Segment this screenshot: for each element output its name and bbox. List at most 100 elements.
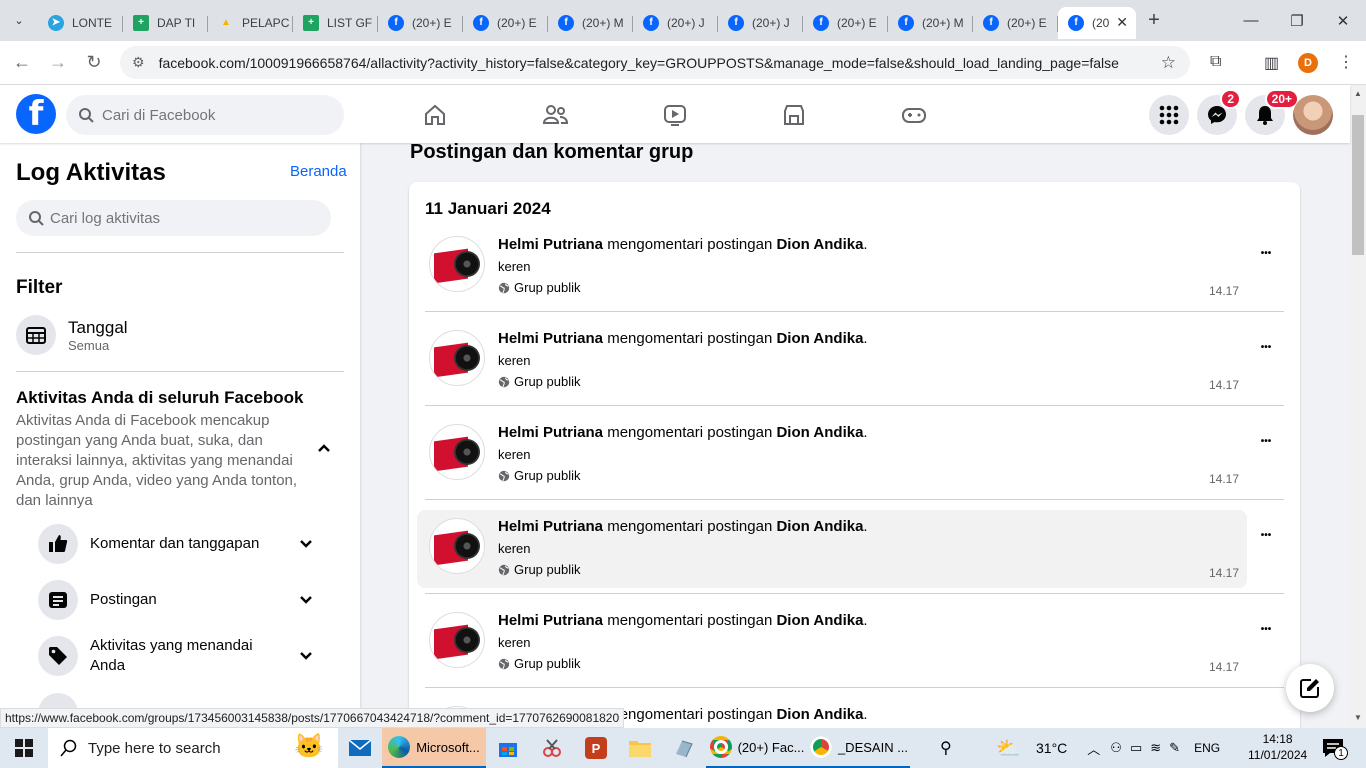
bookmark-star-icon[interactable]: ☆ [1161,53,1176,73]
actor-name[interactable]: Helmi Putriana [498,330,603,347]
url-text[interactable]: facebook.com/100091966658764/allactivity… [159,55,1119,71]
facebook-logo-icon[interactable]: f [16,94,56,134]
marketplace-icon[interactable] [774,95,814,135]
target-name[interactable]: Dion Andika [776,236,863,253]
activity-row[interactable]: Helmi Putriana mengomentari postingan Di… [417,416,1247,494]
browser-menu-icon[interactable]: ⋮ [1338,52,1354,72]
more-options-icon[interactable]: ••• [1255,530,1277,541]
pen-icon[interactable]: ✎ [1169,740,1180,756]
browser-tab[interactable]: f (20+) E [973,7,1058,39]
browser-tab[interactable]: f (20+) E [378,7,463,39]
extensions-icon[interactable]: ⧉ [1210,53,1221,71]
actor-name[interactable]: Helmi Putriana [498,518,603,535]
gaming-icon[interactable] [894,95,934,135]
activity-search[interactable] [16,200,331,236]
sidebar-item-tagged[interactable]: Aktivitas yang menandai Anda [38,636,328,676]
account-avatar[interactable] [1293,95,1333,135]
notifications-button[interactable]: 20+ [1245,89,1299,135]
close-window-icon[interactable]: ✕ [1320,0,1366,41]
back-icon[interactable]: ← [4,52,40,73]
activity-row[interactable]: Helmi Putriana mengomentari postingan Di… [417,228,1247,306]
url-field[interactable]: ⚙ facebook.com/100091966658764/allactivi… [120,46,1190,79]
profile-avatar[interactable]: D [1298,53,1318,73]
browser-tab[interactable]: + DAP TI [123,7,208,39]
mail-icon[interactable] [338,728,382,768]
store-icon[interactable] [486,728,530,768]
people-icon[interactable]: ⚲ [940,738,964,758]
sidebar-item-comments[interactable]: Komentar dan tanggapan [38,524,328,564]
chevron-down-icon[interactable] [298,648,314,664]
tab-search-chevron-icon[interactable]: ⌄ [0,0,38,41]
chevron-down-icon[interactable] [298,592,314,608]
new-tab-button[interactable]: + [1136,9,1172,32]
target-name[interactable]: Dion Andika [776,706,863,723]
weather-icon[interactable]: ⛅ [996,736,1036,761]
actor-name[interactable]: Helmi Putriana [498,236,603,253]
chevron-down-icon[interactable] [298,536,314,552]
restore-icon[interactable]: ❐ [1274,0,1320,41]
more-options-icon[interactable]: ••• [1255,342,1277,353]
browser-tab[interactable]: f (20+) J [633,7,718,39]
reload-icon[interactable]: ↻ [76,52,112,73]
target-name[interactable]: Dion Andika [776,424,863,441]
page-scrollbar[interactable]: ▲ ▼ [1350,85,1366,728]
taskbar-chrome-2[interactable]: _DESAIN ... [808,728,910,768]
more-options-icon[interactable]: ••• [1255,436,1277,447]
facebook-search-input[interactable] [102,106,322,124]
browser-tab[interactable]: f (20+) J [718,7,803,39]
taskbar-clock[interactable]: 14:18 11/01/2024 [1248,731,1307,763]
browser-tab[interactable]: ▲ PELAPC [208,7,293,39]
more-options-icon[interactable]: ••• [1255,248,1277,259]
sidebar-item-posts[interactable]: Postingan [38,580,328,620]
temperature[interactable]: 31°C [1036,740,1067,756]
actor-name[interactable]: Helmi Putriana [498,424,603,441]
notification-center-icon[interactable]: 1 [1322,738,1348,760]
activity-row[interactable]: Helmi Putriana mengomentari postingan Di… [417,322,1247,400]
browser-tab[interactable]: f (20+) M [888,7,973,39]
more-options-icon[interactable]: ••• [1255,624,1277,635]
browser-tab[interactable]: + LIST GF [293,7,378,39]
activity-search-input[interactable] [50,209,249,227]
forward-icon[interactable]: → [40,52,76,73]
home-icon[interactable] [415,95,455,135]
file-explorer-icon[interactable] [618,728,662,768]
powerpoint-icon[interactable]: P [574,728,618,768]
actor-name[interactable]: Helmi Putriana [498,612,603,629]
friends-icon[interactable] [535,95,575,135]
target-name[interactable]: Dion Andika [776,518,863,535]
windows-start-icon[interactable] [0,728,48,768]
facebook-search[interactable] [66,95,344,135]
chevron-up-icon[interactable] [316,440,332,461]
activity-row[interactable]: Helmi Putriana mengomentari postingan Di… [417,604,1247,682]
snipping-tool-icon[interactable] [530,728,574,768]
browser-tab[interactable]: f (20+) E [803,7,888,39]
browser-tab[interactable]: ➤ LONTE [38,7,123,39]
target-name[interactable]: Dion Andika [776,330,863,347]
target-name[interactable]: Dion Andika [776,612,863,629]
chevron-up-icon[interactable]: ︿ [1087,739,1100,758]
tab-active[interactable]: f (20 ✕ [1058,6,1136,39]
taskbar-chrome-1[interactable]: (20+) Fac... [706,728,808,768]
activity-text[interactable]: Helmi Putriana mengomentari postingan Di… [498,236,868,253]
taskbar-search[interactable]: Type here to search 🐱 [48,728,338,768]
menu-grid-icon[interactable] [1149,95,1189,135]
site-info-icon[interactable]: ⚙ [132,54,145,71]
scroll-up-icon[interactable]: ▲ [1354,89,1362,98]
scroll-down-icon[interactable]: ▼ [1354,713,1362,722]
messenger-button[interactable]: 2 [1197,89,1241,135]
activity-text[interactable]: Helmi Putriana mengomentari postingan Di… [498,612,868,629]
activity-text[interactable]: Helmi Putriana mengomentari postingan Di… [498,424,868,441]
close-tab-icon[interactable]: ✕ [1116,14,1128,31]
taskbar-edge[interactable]: Microsoft... [382,728,486,768]
scrollbar-thumb[interactable] [1352,115,1364,255]
compose-button[interactable] [1286,664,1334,712]
side-panel-icon[interactable]: ▥ [1264,53,1279,73]
activity-text[interactable]: Helmi Putriana mengomentari postingan Di… [498,518,868,535]
date-filter[interactable]: Tanggal Semua [16,315,128,355]
wifi-icon[interactable]: ≋ [1150,740,1161,756]
activity-text[interactable]: Helmi Putriana mengomentari postingan Di… [498,330,868,347]
home-link[interactable]: Beranda [290,163,347,180]
browser-tab[interactable]: f (20+) M [548,7,633,39]
browser-tab[interactable]: f (20+) E [463,7,548,39]
watch-icon[interactable] [655,95,695,135]
